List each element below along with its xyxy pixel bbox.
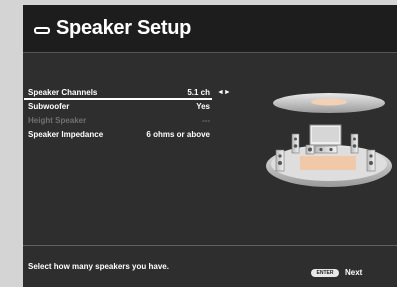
- speaker-setup-icon: [34, 27, 50, 34]
- enter-key-icon: ENTER: [311, 269, 339, 277]
- hint-text: Select how many speakers you have.: [28, 262, 169, 271]
- menu-item-value: ---: [202, 116, 210, 125]
- left-right-arrows-icon[interactable]: ◄►: [217, 89, 231, 96]
- menu-item-label: Height Speaker: [28, 116, 87, 125]
- menu-item-subwoofer[interactable]: Subwoofer Yes: [24, 100, 212, 114]
- menu-item-speaker-impedance[interactable]: Speaker Impedance 6 ohms or above: [24, 128, 212, 142]
- menu-item-value: Yes: [196, 102, 210, 111]
- next-button[interactable]: Next: [345, 268, 362, 277]
- menu-item-label: Speaker Channels: [28, 88, 98, 97]
- header-bar: Speaker Setup: [23, 5, 397, 53]
- menu-item-label: Speaker Impedance: [28, 130, 104, 139]
- subwoofer-icon: [305, 144, 315, 155]
- tv-icon: [309, 124, 342, 146]
- menu-item-speaker-channels[interactable]: Speaker Channels 5.1 ch: [24, 86, 212, 100]
- menu-item-value: 5.1 ch: [187, 88, 210, 97]
- surround-left-speaker-icon: [275, 149, 285, 172]
- footer-divider: [23, 245, 397, 246]
- center-speaker-icon: [314, 145, 338, 154]
- menu-item-value: 6 ohms or above: [146, 130, 210, 139]
- speaker-layout-diagram: [266, 93, 392, 187]
- surround-right-speaker-icon: [366, 149, 376, 172]
- front-left-speaker-icon: [291, 133, 300, 154]
- menu-item-label: Subwoofer: [28, 102, 70, 111]
- page-title: Speaker Setup: [56, 17, 192, 39]
- settings-menu: Speaker Channels 5.1 ch Subwoofer Yes He…: [24, 86, 212, 142]
- front-right-speaker-icon: [350, 133, 359, 154]
- menu-item-height-speaker: Height Speaker ---: [24, 114, 212, 128]
- ceiling-disc-icon: [273, 93, 385, 113]
